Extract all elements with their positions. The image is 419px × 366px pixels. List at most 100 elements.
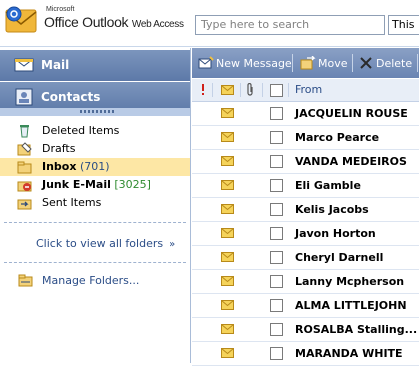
folder-deleted-items[interactable]: Deleted Items [0,122,190,140]
junk-mail-icon [17,181,32,192]
new-message-label: New Message [216,57,292,70]
folder-drafts[interactable]: Drafts [0,140,190,158]
search-placeholder: Type here to search [201,18,310,31]
nav-mail-label: Mail [41,58,70,72]
folder-list: Deleted Items Drafts Inbox (701) Junk E-… [0,122,190,212]
column-separator [240,83,241,97]
navigation-pane: Mail Contacts Deleted Items Drafts Inbox… [0,48,191,363]
message-type-icon[interactable] [221,85,234,95]
folder-name: Inbox [42,160,77,173]
inbox-icon [17,161,32,174]
message-checkbox[interactable] [270,299,283,312]
move-button[interactable]: Move [300,56,348,70]
message-checkbox[interactable] [270,275,283,288]
unread-envelope-icon [221,156,234,166]
message-row[interactable]: Eli Gamble [192,174,419,198]
message-row[interactable]: Kelis Jacobs [192,198,419,222]
nav-contacts-label: Contacts [41,90,101,104]
folder-sent-items[interactable]: Sent Items [0,194,190,212]
toolbar-separator [417,54,418,72]
folder-inbox[interactable]: Inbox (701) [0,158,190,176]
manage-folders-label: Manage Folders... [42,274,140,287]
move-icon [300,56,316,70]
search-scope-select[interactable]: This F [388,15,419,35]
view-all-label: Click to view all folders [36,237,164,250]
message-row[interactable]: JACQUELIN ROUSE [192,102,419,126]
unread-envelope-icon [221,324,234,334]
message-checkbox[interactable] [270,179,283,192]
column-separator [262,83,263,97]
message-row[interactable]: Javon Horton [192,222,419,246]
outlook-logo-icon [5,6,37,33]
column-from-header[interactable]: From [295,83,322,96]
manage-folders-icon [18,274,33,287]
sent-items-icon [17,199,32,210]
message-row[interactable]: ALMA LITTLEJOHN [192,294,419,318]
brand-main-text: Office Outlook [44,14,129,30]
search-input[interactable]: Type here to search [195,15,385,35]
message-row[interactable]: ROSALBA Stalling... [192,318,419,342]
folder-name: Sent Items [42,196,102,209]
column-separator [288,83,289,97]
drafts-icon [17,142,32,156]
delete-label: Delete [376,57,413,70]
folder-name: Junk E-Mail [42,178,111,191]
brand-microsoft: Microsoft [46,6,75,13]
message-from: ALMA LITTLEJOHN [295,299,407,312]
unread-count: [3025] [114,178,151,191]
message-pane: New Message Move Delete From JACQUELIN R… [192,48,419,366]
attachment-paperclip-icon[interactable] [246,83,254,97]
deleted-items-icon [20,125,29,138]
select-all-checkbox[interactable] [270,84,283,97]
contacts-nav-icon [15,88,33,106]
message-from: MARANDA WHITE [295,347,403,360]
divider [4,262,186,263]
brand-title: Office Outlook Web Access [44,14,184,30]
view-all-folders-link[interactable]: Click to view all folders » [36,237,175,250]
unread-envelope-icon [221,276,234,286]
unread-envelope-icon [221,180,234,190]
message-toolbar: New Message Move Delete [192,48,419,78]
message-row[interactable]: Marco Pearce [192,126,419,150]
message-row[interactable]: VANDA MEDEIROS [192,150,419,174]
importance-icon[interactable] [200,84,206,96]
toolbar-separator [352,54,353,72]
new-message-button[interactable]: New Message [198,56,292,70]
message-row[interactable]: Cheryl Darnell [192,246,419,270]
folder-junk-email[interactable]: Junk E-Mail [3025] [0,176,190,194]
unread-envelope-icon [221,108,234,118]
message-row[interactable]: MARANDA WHITE [192,342,419,366]
unread-envelope-icon [221,348,234,358]
message-checkbox[interactable] [270,251,283,264]
message-from: Javon Horton [295,227,376,240]
message-checkbox[interactable] [270,155,283,168]
message-from: ROSALBA Stalling... [295,323,418,336]
toolbar-separator [292,54,293,72]
unread-envelope-icon [221,252,234,262]
unread-count: (701) [79,160,110,173]
double-chevron-down-icon: » [169,239,176,250]
move-label: Move [318,57,348,70]
unread-envelope-icon [221,204,234,214]
mail-nav-icon [14,58,34,72]
message-checkbox[interactable] [270,107,283,120]
nav-mail-button[interactable]: Mail [0,50,190,81]
column-separator [212,83,213,97]
message-list: JACQUELIN ROUSE Marco Pearce VANDA MEDEIRO… [192,102,419,366]
folder-name: Drafts [42,142,76,155]
unread-envelope-icon [221,228,234,238]
pane-resize-grip[interactable] [0,108,190,116]
message-from: Cheryl Darnell [295,251,384,264]
delete-button[interactable]: Delete [358,56,412,70]
message-checkbox[interactable] [270,347,283,360]
message-from: Lanny Mcpherson [295,275,405,288]
message-checkbox[interactable] [270,203,283,216]
message-row[interactable]: Lanny Mcpherson [192,270,419,294]
message-from: Kelis Jacobs [295,203,369,216]
message-checkbox[interactable] [270,227,283,240]
new-message-icon [198,56,214,69]
divider [4,222,186,223]
message-checkbox[interactable] [270,131,283,144]
unread-envelope-icon [221,132,234,142]
message-checkbox[interactable] [270,323,283,336]
